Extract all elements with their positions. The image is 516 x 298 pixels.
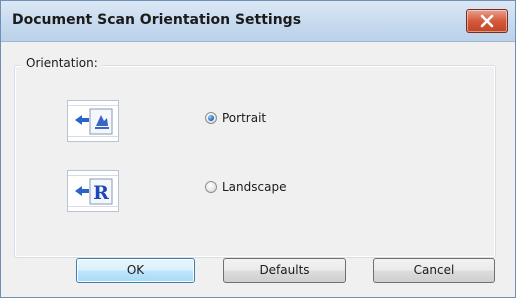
close-x-icon — [480, 14, 494, 28]
landscape-option[interactable]: Landscape — [205, 180, 286, 194]
window-title: Document Scan Orientation Settings — [12, 12, 302, 28]
close-button[interactable] — [466, 9, 508, 33]
svg-text:R: R — [93, 182, 109, 204]
orientation-group-box — [14, 65, 496, 258]
landscape-radio[interactable] — [205, 181, 217, 193]
landscape-label[interactable]: Landscape — [222, 180, 286, 194]
landscape-scan-icon: R — [67, 170, 119, 212]
dialog-content: Orientation: Portrait R Landscape OK Def… — [1, 42, 515, 297]
cancel-button[interactable]: Cancel — [373, 258, 495, 283]
ok-button[interactable]: OK — [76, 258, 195, 283]
portrait-label[interactable]: Portrait — [222, 111, 266, 125]
defaults-button[interactable]: Defaults — [223, 258, 346, 283]
orientation-group-label: Orientation: — [22, 56, 102, 70]
portrait-radio[interactable] — [205, 112, 217, 124]
dialog-window: Document Scan Orientation Settings Orien… — [0, 0, 516, 298]
portrait-scan-icon — [67, 100, 119, 142]
title-bar: Document Scan Orientation Settings — [1, 1, 515, 42]
portrait-option[interactable]: Portrait — [205, 111, 266, 125]
